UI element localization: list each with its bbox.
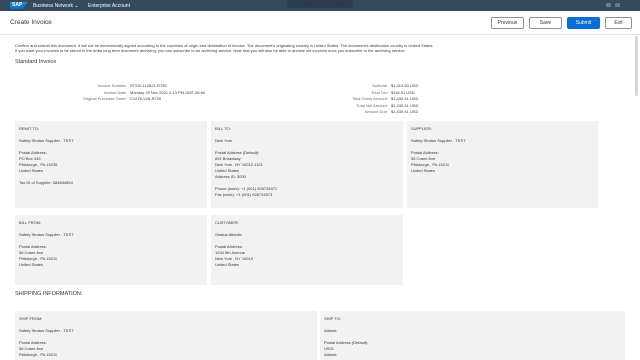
address-line: United States [19,262,44,267]
standard-invoice-heading: Standard Invoice [15,59,57,65]
action-toolbar: Previous Save Submit Exit [491,17,632,29]
amount-due-row: Amount Due: $1,430.41 USD [333,109,419,116]
page-scrollbar[interactable] [635,36,638,96]
card-title: BILL FROM: [19,220,42,225]
exit-button[interactable]: Exit [605,17,632,29]
field-label: Original Purchase Order: [82,96,127,101]
confirmation-notice: Confirm and submit this document. It wil… [15,43,485,54]
address-line: United States [215,262,240,267]
shipping-information-heading: SHIPPING INFORMATION: [15,291,83,297]
supplier-card: SUPPLIER: Safety Stratus Supplier - TEST… [407,121,598,208]
card-title: BILL TO: [215,126,231,131]
address-line: Pittsburgh , PA 15211 [19,352,58,357]
customer-card: CUSTOMER: Stratus Atlantic Postal Addres… [211,215,403,285]
purchase-order-row: Original Purchase Order: C1276-V16-R739 [60,96,205,103]
card-title: SHIP TO: [324,316,341,321]
header-divider [0,34,640,35]
notice-line: If you want your invoices to be stored i… [15,48,406,54]
save-button[interactable]: Save [529,17,562,29]
card-title: REMIT TO: [19,126,40,131]
invoice-totals: Subtotal: $1,313.50 USD Total Tax: $116.91… [333,83,418,116]
ship-from-card: SHIP FROM: Safety Stratus Supplier - TES… [15,311,317,360]
ship-to-card: SHIP TO: Atlanta Postal Address (Default… [320,311,625,360]
address-line: Atlanta [324,352,337,357]
card-title: SUPPLIER: [411,126,432,131]
submit-button[interactable]: Submit [567,17,600,29]
business-network-menu[interactable]: Business Network ⌄ [33,3,79,9]
supplier-tax-id: Tax ID of Supplier: 384834854 [19,180,73,185]
remit-to-card: REMIT TO: Safety Stratus Supplier - TEST… [15,121,207,208]
field-value: $1,430.41 USD [391,109,419,114]
page-title: Create Invoice [10,19,52,26]
invoice-details: Invoice Number: STSIV-112621-R739 Invoice… [60,83,205,103]
account-type-label: Enterprise Account [88,3,130,9]
fax-number: Fax (work): +1 (001) 928734573 [215,192,273,197]
back-to-classic-view-link[interactable]: ← Back to classic view [287,0,353,8]
address-line: United States [411,168,436,173]
field-label: Amount Due: [364,109,388,114]
help-icon[interactable] [606,3,611,7]
field-value: C1276-V16-R739 [130,96,162,101]
notification-icon[interactable] [615,3,620,7]
bill-to-card: BILL TO: New York Postal Address (Defaul… [211,121,403,208]
card-title: SHIP FROM: [19,316,43,321]
card-title: CUSTOMER: [215,220,239,225]
header-icons [602,3,628,8]
previous-button[interactable]: Previous [491,17,524,29]
sap-logo[interactable]: SAP [10,2,28,9]
bill-from-card: BILL FROM: Safety Stratus Supplier - TES… [15,215,207,285]
